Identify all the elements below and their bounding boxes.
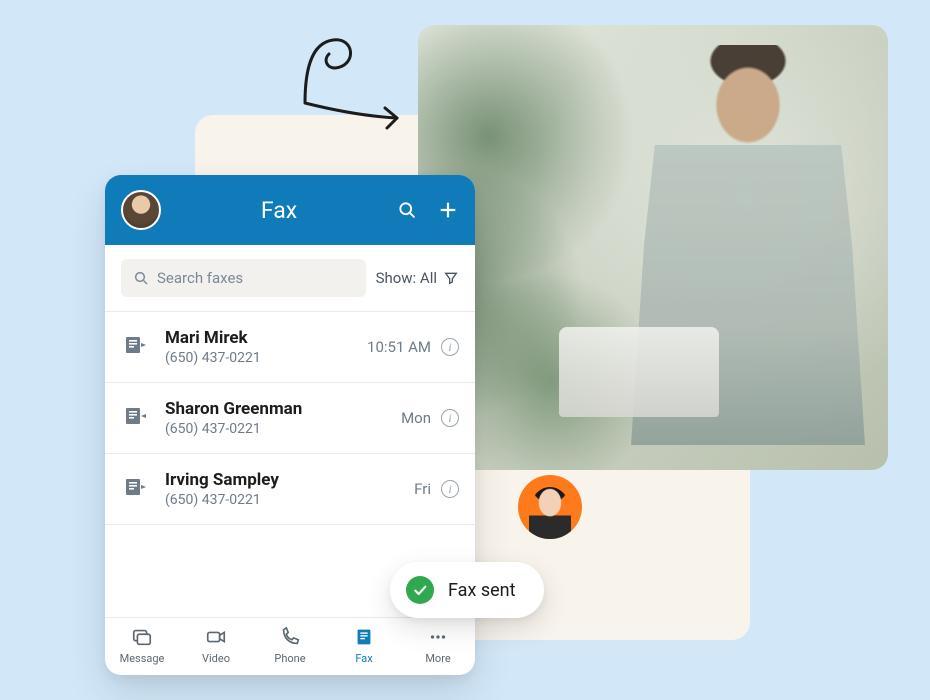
add-icon[interactable] (437, 199, 459, 221)
fax-in-icon (123, 403, 151, 433)
bottom-tab-bar: Message Video Phone Fax More (105, 617, 475, 675)
fax-contact-phone: (650) 437-0221 (165, 421, 387, 437)
fax-icon (353, 626, 375, 648)
search-filter-row: Search faxes Show: All (105, 245, 475, 312)
fax-row[interactable]: Mari Mirek (650) 437-0221 10:51 AM i (105, 312, 475, 383)
tab-video[interactable]: Video (179, 626, 253, 665)
fax-time: Mon (401, 409, 431, 427)
fax-time: 10:51 AM (367, 338, 431, 356)
app-header: Fax (105, 175, 475, 245)
filter-label: Show: All (376, 269, 437, 287)
fax-contact-name: Mari Mirek (165, 328, 353, 348)
contact-avatar (518, 475, 582, 539)
search-icon[interactable] (397, 200, 417, 220)
fax-row[interactable]: Irving Sampley (650) 437-0221 Fri i (105, 454, 475, 525)
fax-out-icon (123, 474, 151, 504)
search-input[interactable]: Search faxes (121, 259, 366, 297)
tab-label: More (425, 652, 450, 665)
fax-row[interactable]: Sharon Greenman (650) 437-0221 Mon i (105, 383, 475, 454)
info-icon[interactable]: i (441, 338, 459, 356)
tab-phone[interactable]: Phone (253, 626, 327, 665)
filter-icon (443, 270, 459, 286)
fax-sent-toast: Fax sent (390, 562, 544, 618)
search-icon (133, 270, 149, 286)
screen-title: Fax (173, 197, 385, 224)
phone-icon (279, 626, 301, 648)
info-icon[interactable]: i (441, 480, 459, 498)
arrow-doodle (285, 18, 415, 138)
tab-label: Message (120, 652, 165, 665)
fax-contact-name: Sharon Greenman (165, 399, 387, 419)
tab-message[interactable]: Message (105, 626, 179, 665)
hero-photo (418, 25, 888, 470)
message-icon (131, 626, 153, 648)
fax-contact-name: Irving Sampley (165, 470, 400, 490)
more-icon (427, 626, 449, 648)
search-placeholder: Search faxes (157, 269, 243, 287)
tab-fax[interactable]: Fax (327, 626, 401, 665)
info-icon[interactable]: i (441, 409, 459, 427)
profile-avatar[interactable] (121, 190, 161, 230)
tab-label: Fax (355, 652, 372, 665)
toast-text: Fax sent (448, 580, 516, 601)
check-icon (406, 576, 434, 604)
filter-control[interactable]: Show: All (376, 269, 459, 287)
fax-out-icon (123, 332, 151, 362)
fax-contact-phone: (650) 437-0221 (165, 492, 400, 508)
tab-more[interactable]: More (401, 626, 475, 665)
tab-label: Video (202, 652, 230, 665)
video-icon (205, 626, 227, 648)
fax-contact-phone: (650) 437-0221 (165, 350, 353, 366)
tab-label: Phone (274, 652, 305, 665)
fax-time: Fri (414, 480, 431, 498)
